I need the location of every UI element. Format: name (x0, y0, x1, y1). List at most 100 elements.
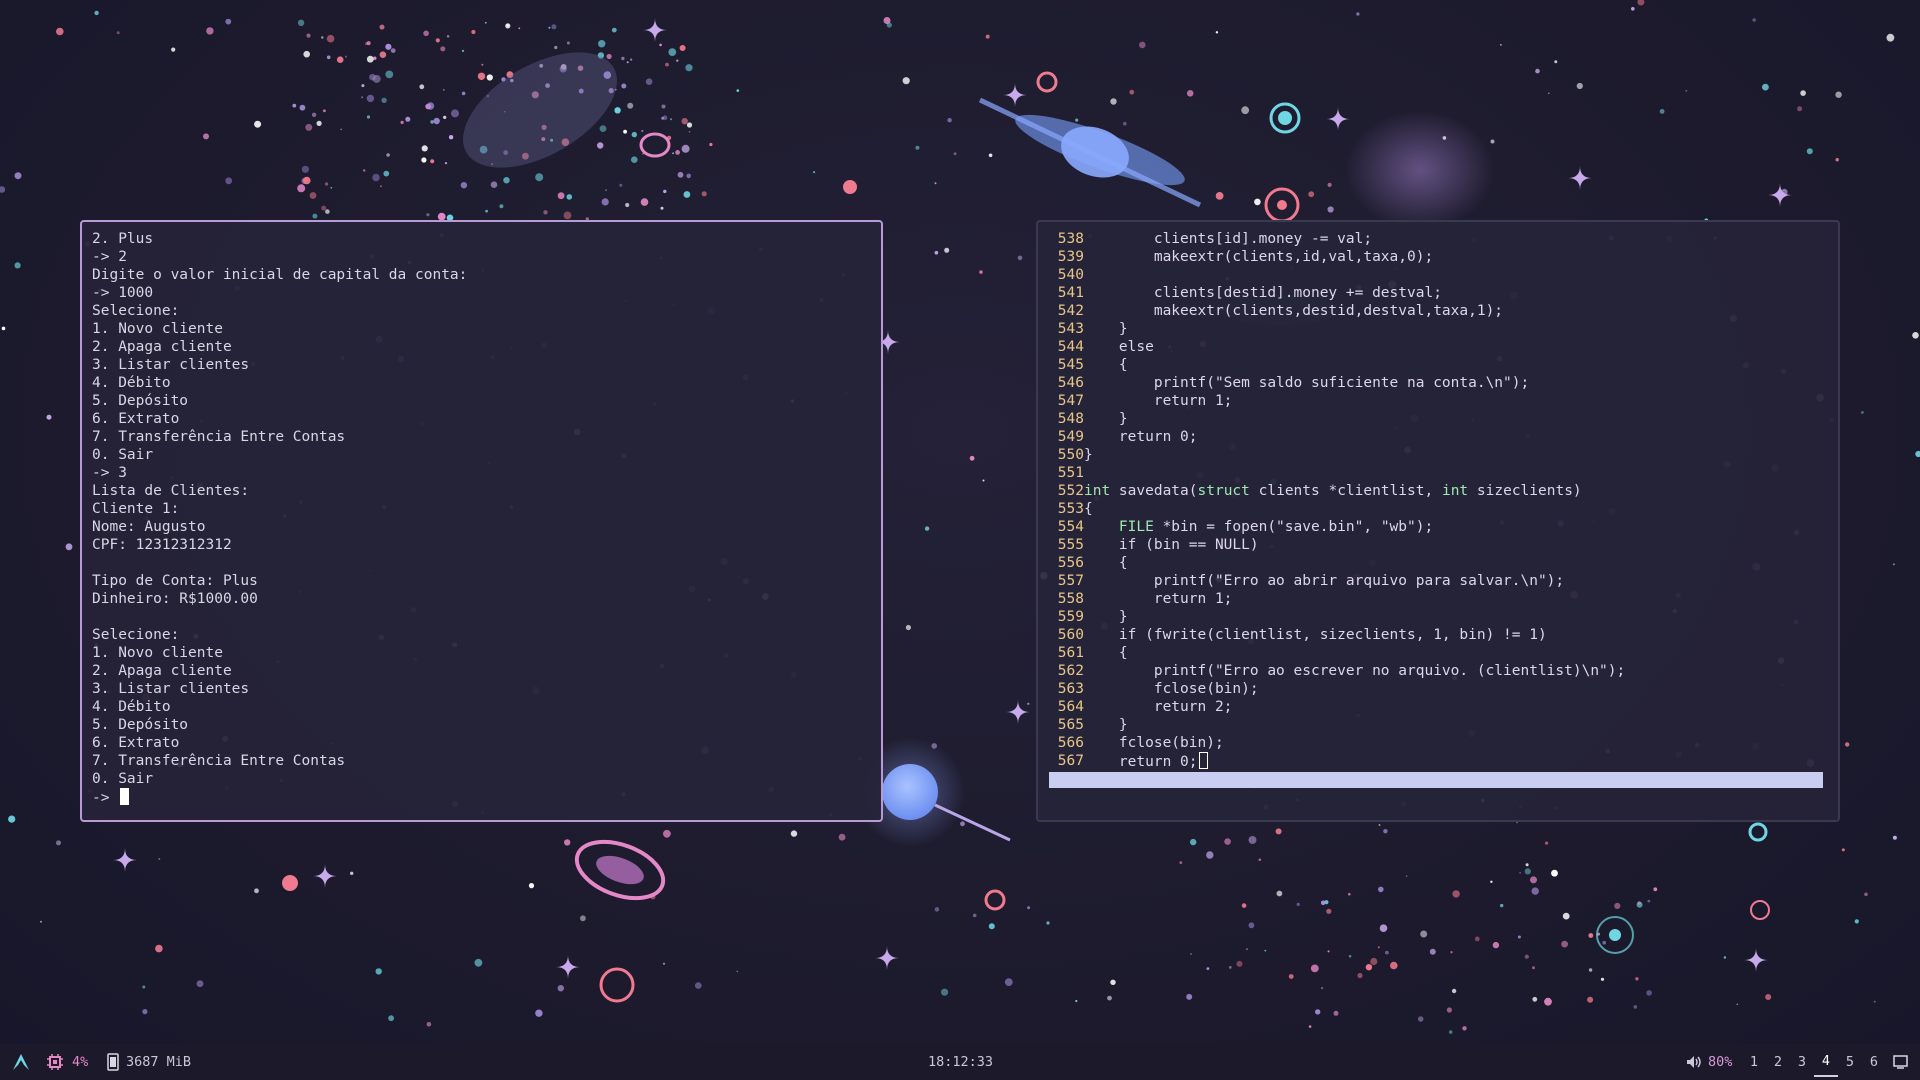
terminal-line: 0. Sair (92, 771, 154, 787)
code-line: 553 { (1048, 500, 1828, 518)
code-text: makeextr(clients,destid,destval,taxa,1); (1084, 303, 1504, 319)
terminal-line: Lista de Clientes: (92, 483, 250, 499)
workspace-4[interactable]: 4 (1814, 1047, 1838, 1077)
workspace-1[interactable]: 1 (1742, 1048, 1766, 1076)
cpu-percent: 4% (72, 1054, 89, 1070)
terminal-line: Tipo de Conta: Plus (92, 573, 258, 589)
clock: 18:12:33 (928, 1044, 993, 1080)
code-line: 540 (1048, 266, 1828, 284)
terminal-line: 2. Apaga cliente (92, 339, 232, 355)
code-line: 548 } (1048, 410, 1828, 428)
code-text: } (1084, 321, 1128, 337)
code-text: printf("Erro ao escrever no arquivo. (cl… (1084, 663, 1626, 679)
code-line: 561 { (1048, 644, 1828, 662)
code-text: return 0; (1084, 752, 1208, 770)
code-text: if (fwrite(clientlist, sizeclients, 1, b… (1084, 627, 1547, 643)
terminal-line: CPF: 12312312312 (92, 537, 232, 553)
code-line: 557 printf("Erro ao abrir arquivo para s… (1048, 572, 1828, 590)
terminal-output: 2. Plus -> 2 Digite o valor inicial de cap… (92, 230, 871, 788)
code-line: 549 return 0; (1048, 428, 1828, 446)
workspace-3[interactable]: 3 (1790, 1048, 1814, 1076)
code-text: printf("Erro ao abrir arquivo para salva… (1084, 573, 1565, 589)
code-line: 556 { (1048, 554, 1828, 572)
volume-widget[interactable]: 80% (1686, 1044, 1732, 1080)
code-line: 546 printf("Sem saldo suficiente na cont… (1048, 374, 1828, 392)
line-number: 548 (1057, 411, 1084, 427)
code-editor-window[interactable]: 538 clients[id].money -= val; 539 makeext… (1036, 220, 1840, 822)
line-number: 557 (1057, 573, 1084, 589)
line-number: 546 (1057, 375, 1084, 391)
code-text: { (1084, 645, 1128, 661)
code-line: 539 makeextr(clients,id,val,taxa,0); (1048, 248, 1828, 266)
clock-time: 18:12:33 (928, 1054, 994, 1070)
code-text: FILE *bin = fopen("save.bin", "wb"); (1118, 519, 1434, 535)
terminal-line: Selecione: (92, 303, 180, 319)
memory-usage: 3687 MiB (126, 1054, 192, 1070)
terminal-line: Selecione: (92, 627, 180, 643)
line-number: 544 (1057, 339, 1084, 355)
line-number: 565 (1057, 717, 1084, 733)
workspace-6[interactable]: 6 (1862, 1048, 1886, 1076)
line-number: 545 (1057, 357, 1084, 373)
terminal-window-left[interactable]: 2. Plus -> 2 Digite o valor inicial de cap… (80, 220, 883, 822)
terminal-line: 0. Sair (92, 447, 154, 463)
code-text: makeextr(clients,id,val,taxa,0); (1084, 249, 1434, 265)
workspace-switcher[interactable]: 123456 (1742, 1044, 1886, 1080)
code-line: 565 } (1048, 716, 1828, 734)
workspace-2[interactable]: 2 (1766, 1048, 1790, 1076)
terminal-line: Nome: Augusto (92, 519, 206, 535)
terminal-line: Dinheiro: R$1000.00 (92, 591, 258, 607)
code-line: 544 else (1048, 338, 1828, 356)
code-line: 542 makeextr(clients,destid,destval,taxa… (1048, 302, 1828, 320)
volume-icon (1686, 1055, 1702, 1069)
code-text: fclose(bin); (1084, 735, 1224, 751)
terminal-line: -> 2 (92, 249, 127, 265)
line-number: 543 (1057, 321, 1084, 337)
code-line: 562 printf("Erro ao escrever no arquivo.… (1048, 662, 1828, 680)
terminal-line: 4. Débito (92, 699, 171, 715)
taskbar: 4% 3687 MiB 18:12:33 80% 123456 (0, 1044, 1920, 1080)
arch-logo-icon[interactable] (12, 1044, 30, 1080)
line-number: 558 (1057, 591, 1084, 607)
terminal-line: 1. Novo cliente (92, 321, 223, 337)
line-number: 562 (1057, 663, 1084, 679)
code-text: } (1084, 717, 1128, 733)
editor-cursor (1198, 752, 1208, 769)
code-text: { (1084, 357, 1128, 373)
code-line: 564 return 2; (1048, 698, 1828, 716)
code-text: fclose(bin); (1084, 681, 1259, 697)
code-text: else (1084, 339, 1154, 355)
window-icon[interactable] (1893, 1044, 1908, 1080)
code-line: 538 clients[id].money -= val; (1048, 230, 1828, 248)
code-text: } (1084, 411, 1128, 427)
code-text: clients[id].money -= val; (1084, 231, 1373, 247)
terminal-line: Cliente 1: (92, 501, 180, 517)
terminal-line: 3. Listar clientes (92, 357, 250, 373)
terminal-line: 5. Depósito (92, 717, 189, 733)
line-number: 552 (1057, 483, 1084, 499)
terminal-line: 3. Listar clientes (92, 681, 250, 697)
line-number: 556 (1057, 555, 1084, 571)
terminal-line: 6. Extrato (92, 735, 180, 751)
terminal-line: 4. Débito (92, 375, 171, 391)
code-text: return 2; (1084, 699, 1233, 715)
terminal-prompt-line[interactable]: -> (92, 788, 871, 806)
terminal-line: 7. Transferência Entre Contas (92, 429, 346, 445)
code-line: 552 int savedata(struct clients *clientl… (1048, 482, 1828, 500)
line-number: 540 (1057, 267, 1084, 283)
editor-status-line (1049, 772, 1823, 788)
code-line: 554 FILE *bin = fopen("save.bin", "wb"); (1048, 518, 1828, 536)
workspace-5[interactable]: 5 (1838, 1048, 1862, 1076)
line-number: 553 (1057, 501, 1084, 517)
line-number: 550 (1057, 447, 1084, 463)
code-text: int savedata(struct clients *clientlist,… (1084, 483, 1582, 499)
line-number: 561 (1057, 645, 1084, 661)
line-number: 559 (1057, 609, 1084, 625)
code-text: return 1; (1084, 591, 1233, 607)
code-line: 551 (1048, 464, 1828, 482)
code-text: return 1; (1084, 393, 1233, 409)
line-number: 542 (1057, 303, 1084, 319)
code-view[interactable]: 538 clients[id].money -= val; 539 makeext… (1048, 230, 1828, 770)
